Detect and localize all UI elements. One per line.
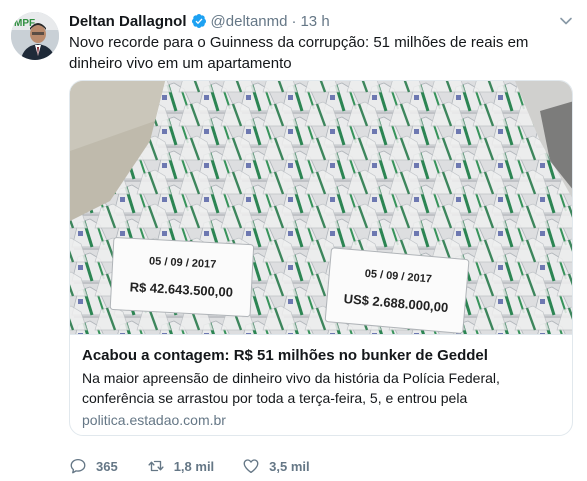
card-domain: politica.estadao.com.br [82,412,226,428]
chevron-down-icon[interactable] [558,13,574,29]
avatar[interactable]: MPF [11,12,59,60]
author-name[interactable]: Deltan Dallagnol [69,13,187,30]
card-title[interactable]: Acabou a contagem: R$ 51 milhões no bunk… [82,346,562,366]
card-image: 05 / 09 / 2017 R$ 42.643.500,00 05 / 09 … [70,81,572,334]
retweet-icon [148,460,164,472]
money-note-left: 05 / 09 / 2017 R$ 42.643.500,00 [109,237,255,318]
card-body[interactable]: Acabou a contagem: R$ 51 milhões no bunk… [70,334,572,435]
heart-icon [243,459,259,474]
header-separator: · [291,12,297,30]
like-count: 3,5 mil [269,458,310,474]
tweet-timestamp[interactable]: 13 h [300,13,329,30]
tweet-text: Novo recorde para o Guinness da corrupçã… [69,34,529,72]
money-note-right: 05 / 09 / 2017 US$ 2.688.000,00 [324,247,470,334]
link-card[interactable]: 05 / 09 / 2017 R$ 42.643.500,00 05 / 09 … [69,80,573,436]
reply-button[interactable]: 365 [69,457,118,475]
reply-count: 365 [96,458,118,474]
like-button[interactable]: 3,5 mil [242,457,310,475]
reply-icon [70,458,86,474]
author-handle[interactable]: @deltanmd [211,13,288,30]
card-description: Na maior apreensão de dinheiro vivo da h… [82,370,500,406]
retweet-button[interactable]: 1,8 mil [147,457,214,475]
tweet-header: Deltan Dallagnol @deltanmd · 13 h [69,10,330,32]
tweet-actions: 365 1,8 mil 3,5 mil [69,455,332,477]
verified-badge-icon [191,14,206,28]
retweet-count: 1,8 mil [173,458,215,474]
tweet[interactable]: MPF Deltan Dallagnol @deltanmd · 13 h No… [0,0,587,481]
